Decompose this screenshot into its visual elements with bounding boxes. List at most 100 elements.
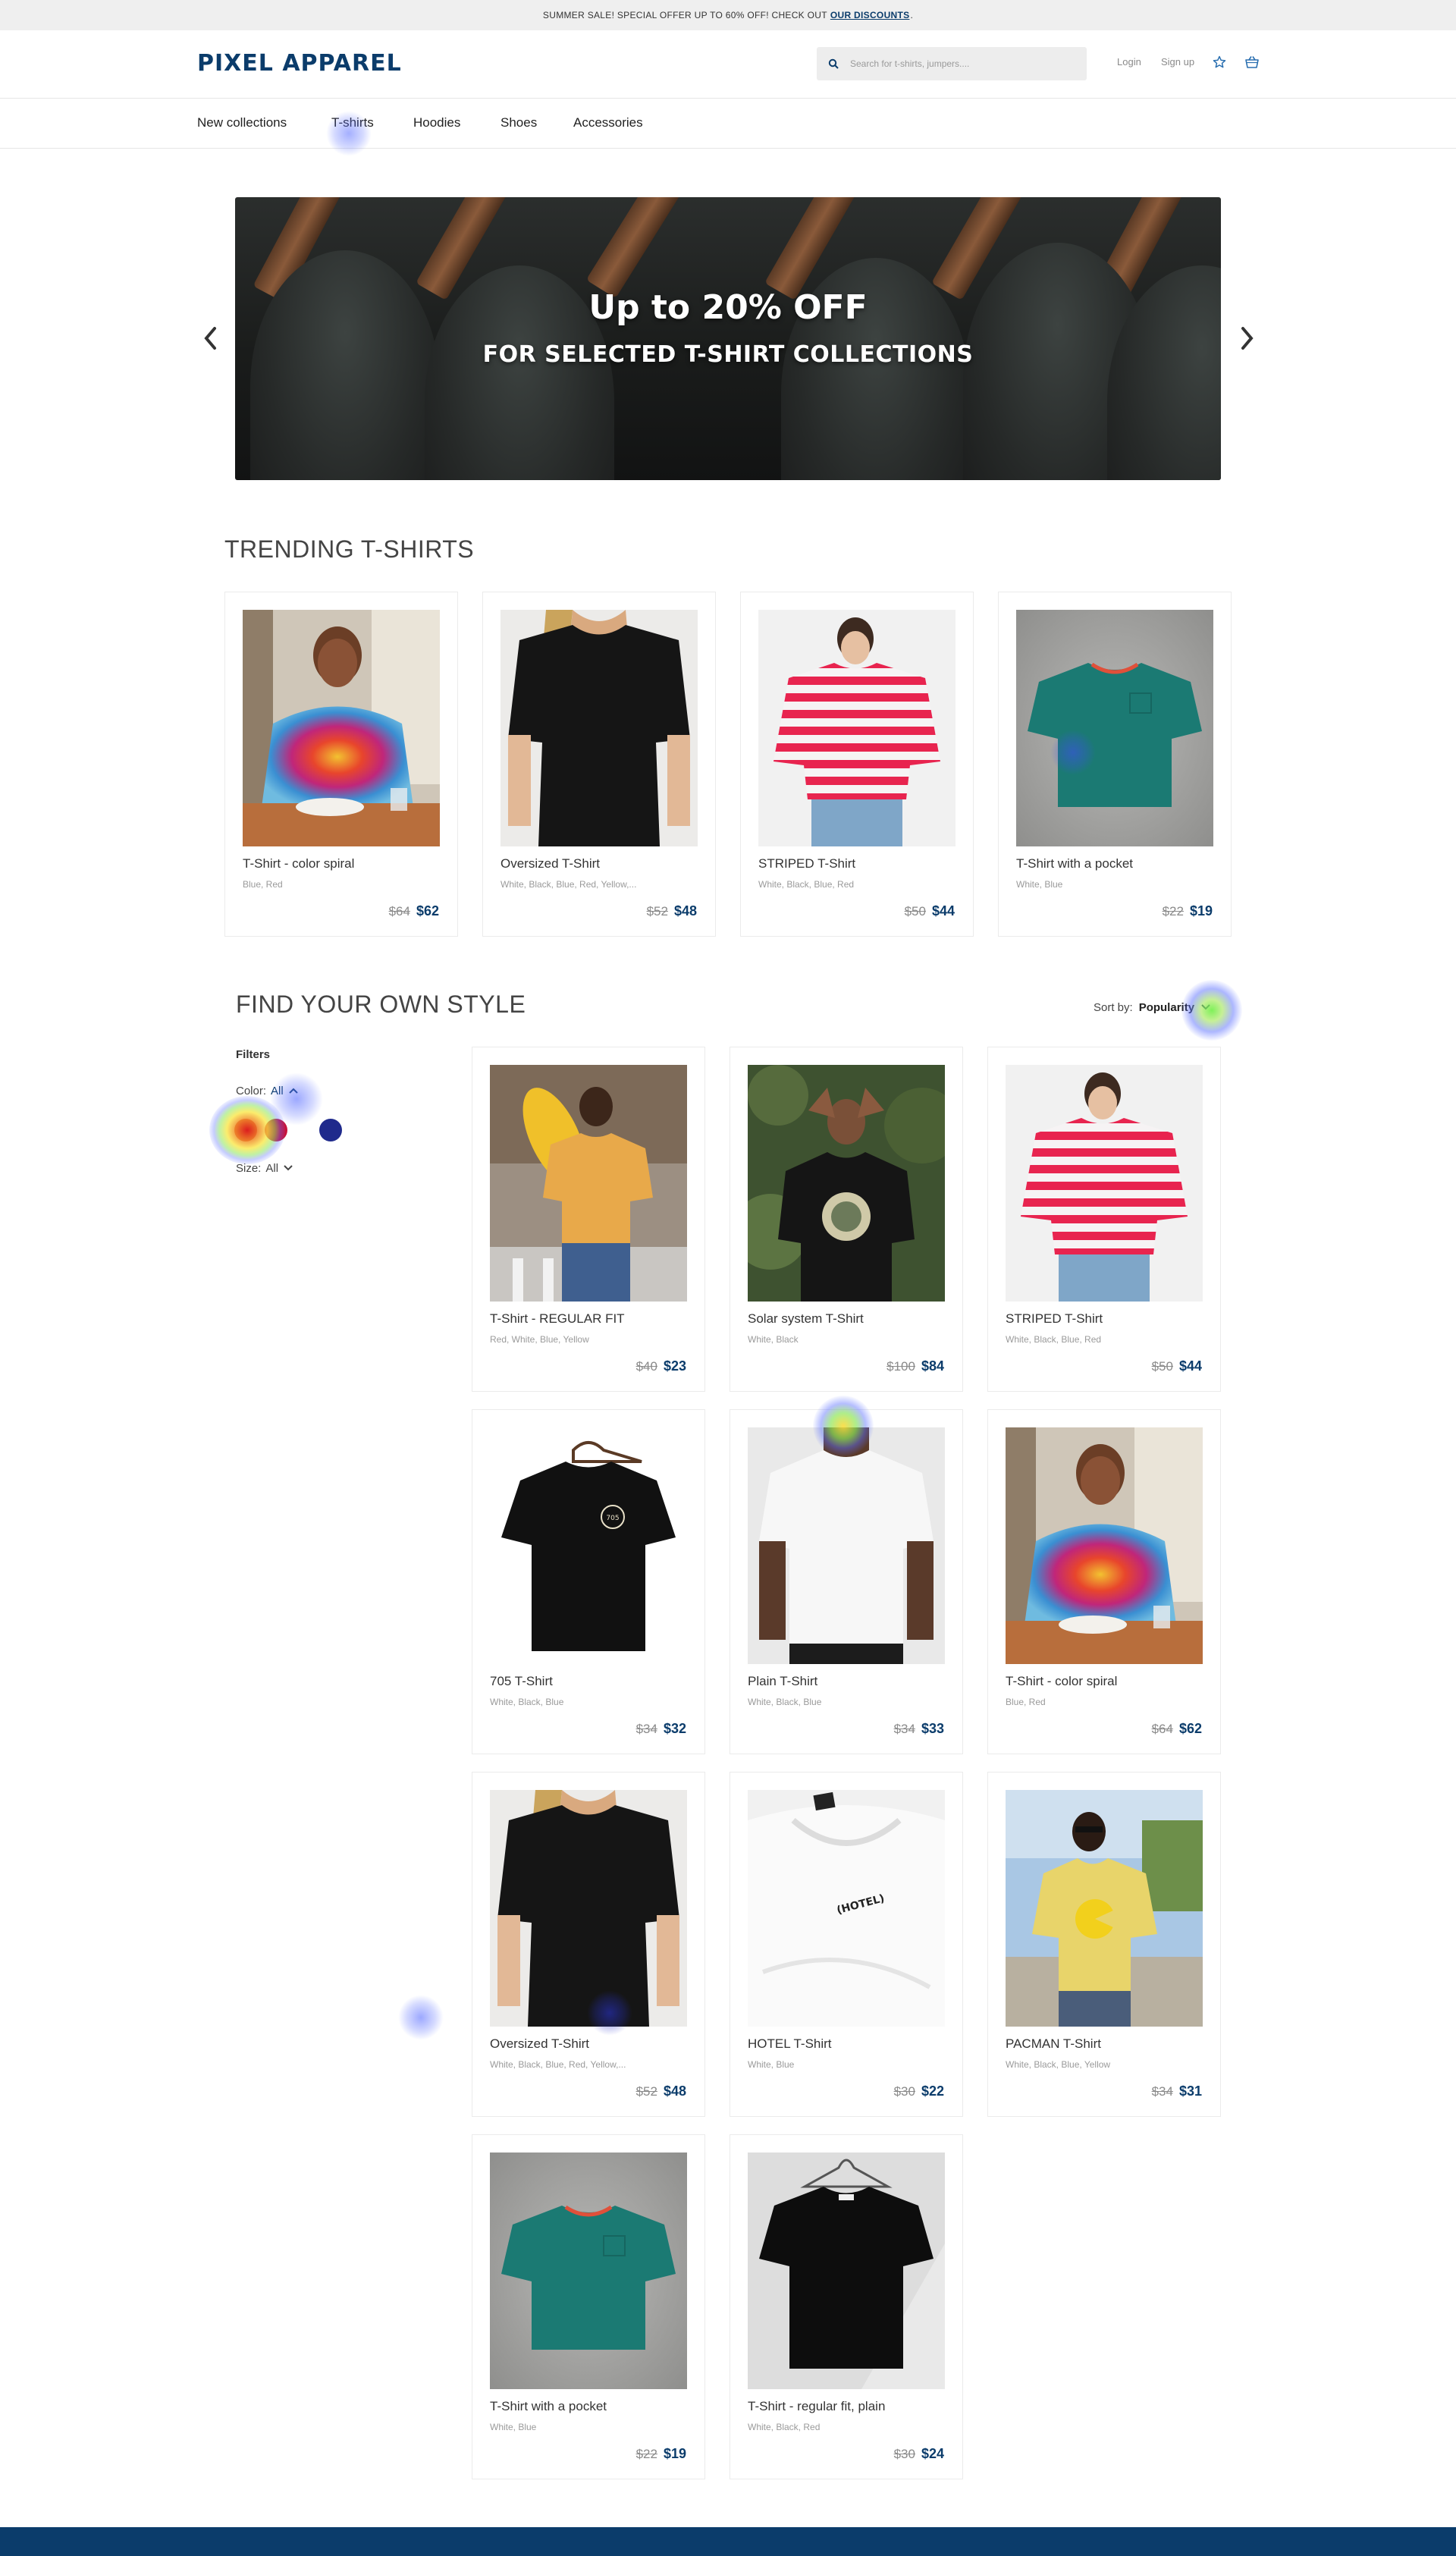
- sale-price: $44: [931, 903, 955, 918]
- sale-price: $23: [663, 1358, 686, 1374]
- sort-value[interactable]: Popularity: [1139, 1001, 1194, 1014]
- old-price: $40: [635, 1359, 657, 1374]
- site-header: PIXEL APPAREL Login Sign up: [0, 30, 1456, 99]
- sale-price: $62: [416, 903, 439, 918]
- old-price: $50: [1151, 1359, 1173, 1374]
- sale-price: $48: [663, 2083, 686, 2099]
- product-name: Plain T-Shirt: [748, 1674, 818, 1688]
- heatmap-spot: [398, 1995, 444, 2040]
- product-name: PACMAN T-Shirt: [1006, 2036, 1101, 2051]
- product-image: [1006, 1790, 1203, 2027]
- product-colors: White, Black, Blue: [748, 1697, 822, 1707]
- product-price: $100 $84: [886, 1358, 944, 1374]
- signup-link[interactable]: Sign up: [1161, 56, 1194, 68]
- product-colors: White, Black, Blue, Red: [758, 879, 855, 890]
- product-card[interactable]: T-Shirt - REGULAR FIT Red, White, Blue, …: [472, 1047, 705, 1392]
- product-colors: White, Black, Red: [748, 2422, 821, 2432]
- product-price: $30 $22: [894, 2083, 944, 2099]
- product-price: $64 $62: [389, 903, 439, 919]
- product-colors: White, Blue: [1016, 879, 1063, 890]
- product-card[interactable]: PACMAN T-Shirt White, Black, Blue, Yello…: [987, 1772, 1221, 2117]
- product-card[interactable]: 705 705 T-Shirt White, Black, Blue $34 $…: [472, 1409, 705, 1754]
- basket-icon[interactable]: [1244, 54, 1260, 71]
- product-colors: White, Black, Blue, Red, Yellow,...: [500, 879, 637, 890]
- sale-price: $31: [1178, 2083, 1202, 2099]
- product-card[interactable]: T-Shirt - color spiral Blue, Red $64 $62: [987, 1409, 1221, 1754]
- main-nav: New collections T-shirts Hoodies Shoes A…: [0, 99, 1456, 149]
- hero-next-arrow[interactable]: [1236, 325, 1259, 352]
- chevron-down-icon[interactable]: [283, 1162, 293, 1175]
- old-price: $64: [388, 904, 410, 918]
- product-card[interactable]: T-Shirt - color spiral Blue, Red $64 $62: [224, 592, 458, 937]
- size-filter-value[interactable]: All: [265, 1162, 278, 1175]
- product-price: $52 $48: [647, 903, 697, 919]
- product-card[interactable]: Oversized T-Shirt White, Black, Blue, Re…: [482, 592, 716, 937]
- chevron-up-icon[interactable]: [288, 1085, 299, 1097]
- color-swatch-crimson[interactable]: [265, 1119, 287, 1141]
- product-colors: White, Black: [748, 1334, 799, 1345]
- sale-price: $62: [1178, 1721, 1202, 1736]
- sale-price: $22: [921, 2083, 944, 2099]
- product-card[interactable]: STRIPED T-Shirt White, Black, Blue, Red …: [740, 592, 974, 937]
- product-name: T-Shirt - regular fit, plain: [748, 2399, 886, 2413]
- hero-banner[interactable]: Up to 20% OFF FOR SELECTED T-SHIRT COLLE…: [235, 197, 1221, 480]
- product-card[interactable]: (HOTEL) HOTEL T-Shirt White, Blue $30 $2…: [730, 1772, 963, 2117]
- old-price: $50: [904, 904, 926, 918]
- product-image: [500, 610, 698, 846]
- product-price: $22 $19: [1163, 903, 1213, 919]
- product-colors: Blue, Red: [1006, 1697, 1046, 1707]
- old-price: $34: [635, 1722, 657, 1736]
- old-price: $52: [635, 2084, 657, 2099]
- color-swatch-blue[interactable]: [319, 1119, 342, 1141]
- search-icon[interactable]: [817, 47, 850, 80]
- product-card[interactable]: T-Shirt with a pocket White, Blue $22 $1…: [472, 2134, 705, 2479]
- size-filter-label: Size:: [236, 1162, 262, 1175]
- product-card[interactable]: T-Shirt - regular fit, plain White, Blac…: [730, 2134, 963, 2479]
- product-price: $50 $44: [1152, 1358, 1202, 1374]
- sort-control: Sort by: Popularity: [1094, 1001, 1211, 1014]
- sale-price: $84: [921, 1358, 944, 1374]
- color-swatch-red[interactable]: [234, 1119, 257, 1141]
- hero-prev-arrow[interactable]: [199, 325, 221, 352]
- old-price: $34: [893, 1722, 915, 1736]
- trending-title: TRENDING T-SHIRTS: [224, 535, 475, 563]
- product-price: $34 $33: [894, 1721, 944, 1737]
- nav-shoes[interactable]: Shoes: [500, 115, 537, 130]
- old-price: $100: [886, 1359, 915, 1374]
- nav-new-collections[interactable]: New collections: [197, 115, 287, 130]
- star-icon[interactable]: [1211, 54, 1228, 71]
- logo[interactable]: PIXEL APPAREL: [197, 50, 402, 77]
- product-price: $34 $32: [636, 1721, 686, 1737]
- product-price: $50 $44: [905, 903, 955, 919]
- announcement-suffix: .: [910, 10, 914, 20]
- product-image: [490, 2153, 687, 2389]
- login-link[interactable]: Login: [1117, 56, 1141, 68]
- product-name: T-Shirt with a pocket: [490, 2399, 607, 2413]
- filters-title: Filters: [236, 1048, 271, 1061]
- product-name: T-Shirt - color spiral: [243, 856, 355, 871]
- product-card[interactable]: STRIPED T-Shirt White, Black, Blue, Red …: [987, 1047, 1221, 1392]
- hero-title: Up to 20% OFF: [588, 288, 868, 327]
- nav-tshirts[interactable]: T-shirts: [331, 115, 374, 130]
- product-card[interactable]: Oversized T-Shirt White, Black, Blue, Re…: [472, 1772, 705, 2117]
- search-input[interactable]: [850, 58, 1070, 69]
- product-name: T-Shirt with a pocket: [1016, 856, 1134, 871]
- product-image: [490, 1790, 687, 2027]
- product-colors: White, Blue: [490, 2422, 537, 2432]
- nav-hoodies[interactable]: Hoodies: [413, 115, 460, 130]
- sale-price: $19: [663, 2446, 686, 2461]
- discounts-link[interactable]: OUR DISCOUNTS: [830, 10, 910, 20]
- search-box[interactable]: [817, 47, 1087, 80]
- nav-accessories[interactable]: Accessories: [573, 115, 643, 130]
- sale-price: $32: [663, 1721, 686, 1736]
- product-image: (HOTEL): [748, 1790, 945, 2027]
- color-filter-value[interactable]: All: [271, 1085, 284, 1097]
- product-card[interactable]: Plain T-Shirt White, Black, Blue $34 $33: [730, 1409, 963, 1754]
- product-colors: White, Black, Blue: [490, 1697, 564, 1707]
- product-card[interactable]: Solar system T-Shirt White, Black $100 $…: [730, 1047, 963, 1392]
- product-image: [758, 610, 956, 846]
- color-filter-label: Color:: [236, 1085, 267, 1097]
- chevron-down-icon[interactable]: [1200, 1001, 1211, 1014]
- product-card[interactable]: T-Shirt with a pocket White, Blue $22 $1…: [998, 592, 1232, 937]
- sort-label: Sort by:: [1094, 1001, 1133, 1014]
